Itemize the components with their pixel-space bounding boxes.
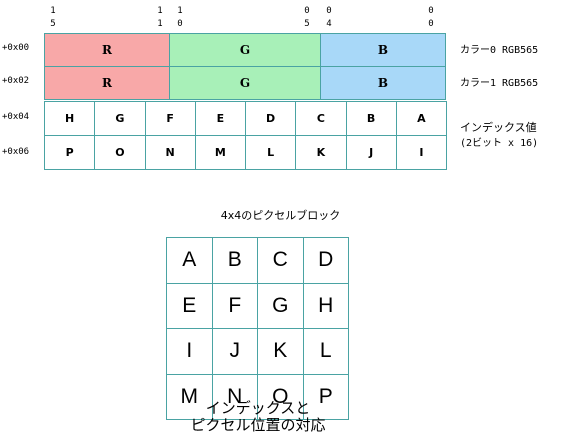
pixel-cell-f: F <box>211 282 258 329</box>
pixel-cell-b: B <box>211 237 258 284</box>
index-cell-i: I <box>395 135 447 170</box>
color0-field-b: B <box>320 33 446 67</box>
bit-label-05-bottom: 5 <box>304 19 310 29</box>
color1-field-r: R <box>44 66 170 100</box>
color0-field-r: R <box>44 33 170 67</box>
bit-label-10-bottom: 0 <box>177 19 183 29</box>
bit-label-05-top: 0 <box>304 6 310 16</box>
block-title: 4x4のピクセルブロック <box>220 209 341 222</box>
caption-line2: ピクセル位置の対応 <box>190 416 326 434</box>
offset-label-3: +0x06 <box>2 147 30 157</box>
bit-label-04-top: 0 <box>326 6 332 16</box>
pixel-cell-g: G <box>257 282 304 329</box>
index-cell-b: B <box>345 101 397 136</box>
index-cell-l: L <box>245 135 297 170</box>
index-label-line2: (2ビット x 16) <box>460 138 539 149</box>
pixel-cell-l: L <box>302 328 349 375</box>
bit-label-11-top: 1 <box>157 6 163 16</box>
pixel-cell-e: E <box>166 282 213 329</box>
pixel-cell-c: C <box>257 237 304 284</box>
index-label-line1: インデックス値 <box>460 121 537 134</box>
pixel-cell-h: H <box>302 282 349 329</box>
bit-label-15-bottom: 5 <box>50 19 56 29</box>
pixel-cell-d: D <box>302 237 349 284</box>
index-cell-k: K <box>295 135 347 170</box>
offset-label-2: +0x04 <box>2 112 30 122</box>
index-cell-d: D <box>245 101 297 136</box>
offset-label-1: +0x02 <box>2 76 30 86</box>
index-cell-g: G <box>94 101 146 136</box>
pixel-cell-i: I <box>166 328 213 375</box>
bit-label-11-bottom: 1 <box>157 19 163 29</box>
pixel-cell-j: J <box>211 328 258 375</box>
pixel-cell-a: A <box>166 237 213 284</box>
bit-label-15-top: 1 <box>50 6 56 16</box>
bit-label-10-top: 1 <box>177 6 183 16</box>
color0-label: カラー0 RGB565 <box>460 45 539 56</box>
color1-field-g: G <box>169 66 321 100</box>
bit-label-04-bottom: 4 <box>326 19 332 29</box>
color0-field-g: G <box>169 33 321 67</box>
index-cell-h: H <box>44 101 96 136</box>
index-cell-e: E <box>194 101 246 136</box>
offset-label-0: +0x00 <box>2 43 30 53</box>
index-cell-m: M <box>194 135 246 170</box>
index-cell-n: N <box>144 135 196 170</box>
index-cell-p: P <box>44 135 96 170</box>
pixel-cell-k: K <box>257 328 304 375</box>
index-cell-j: J <box>345 135 397 170</box>
bit-label-00-top: 0 <box>428 6 434 16</box>
index-cell-o: O <box>94 135 146 170</box>
color1-field-b: B <box>320 66 446 100</box>
color1-label: カラー1 RGB565 <box>460 78 539 89</box>
bit-label-00-bottom: 0 <box>428 19 434 29</box>
index-cell-f: F <box>144 101 196 136</box>
index-cell-a: A <box>395 101 447 136</box>
index-cell-c: C <box>295 101 347 136</box>
